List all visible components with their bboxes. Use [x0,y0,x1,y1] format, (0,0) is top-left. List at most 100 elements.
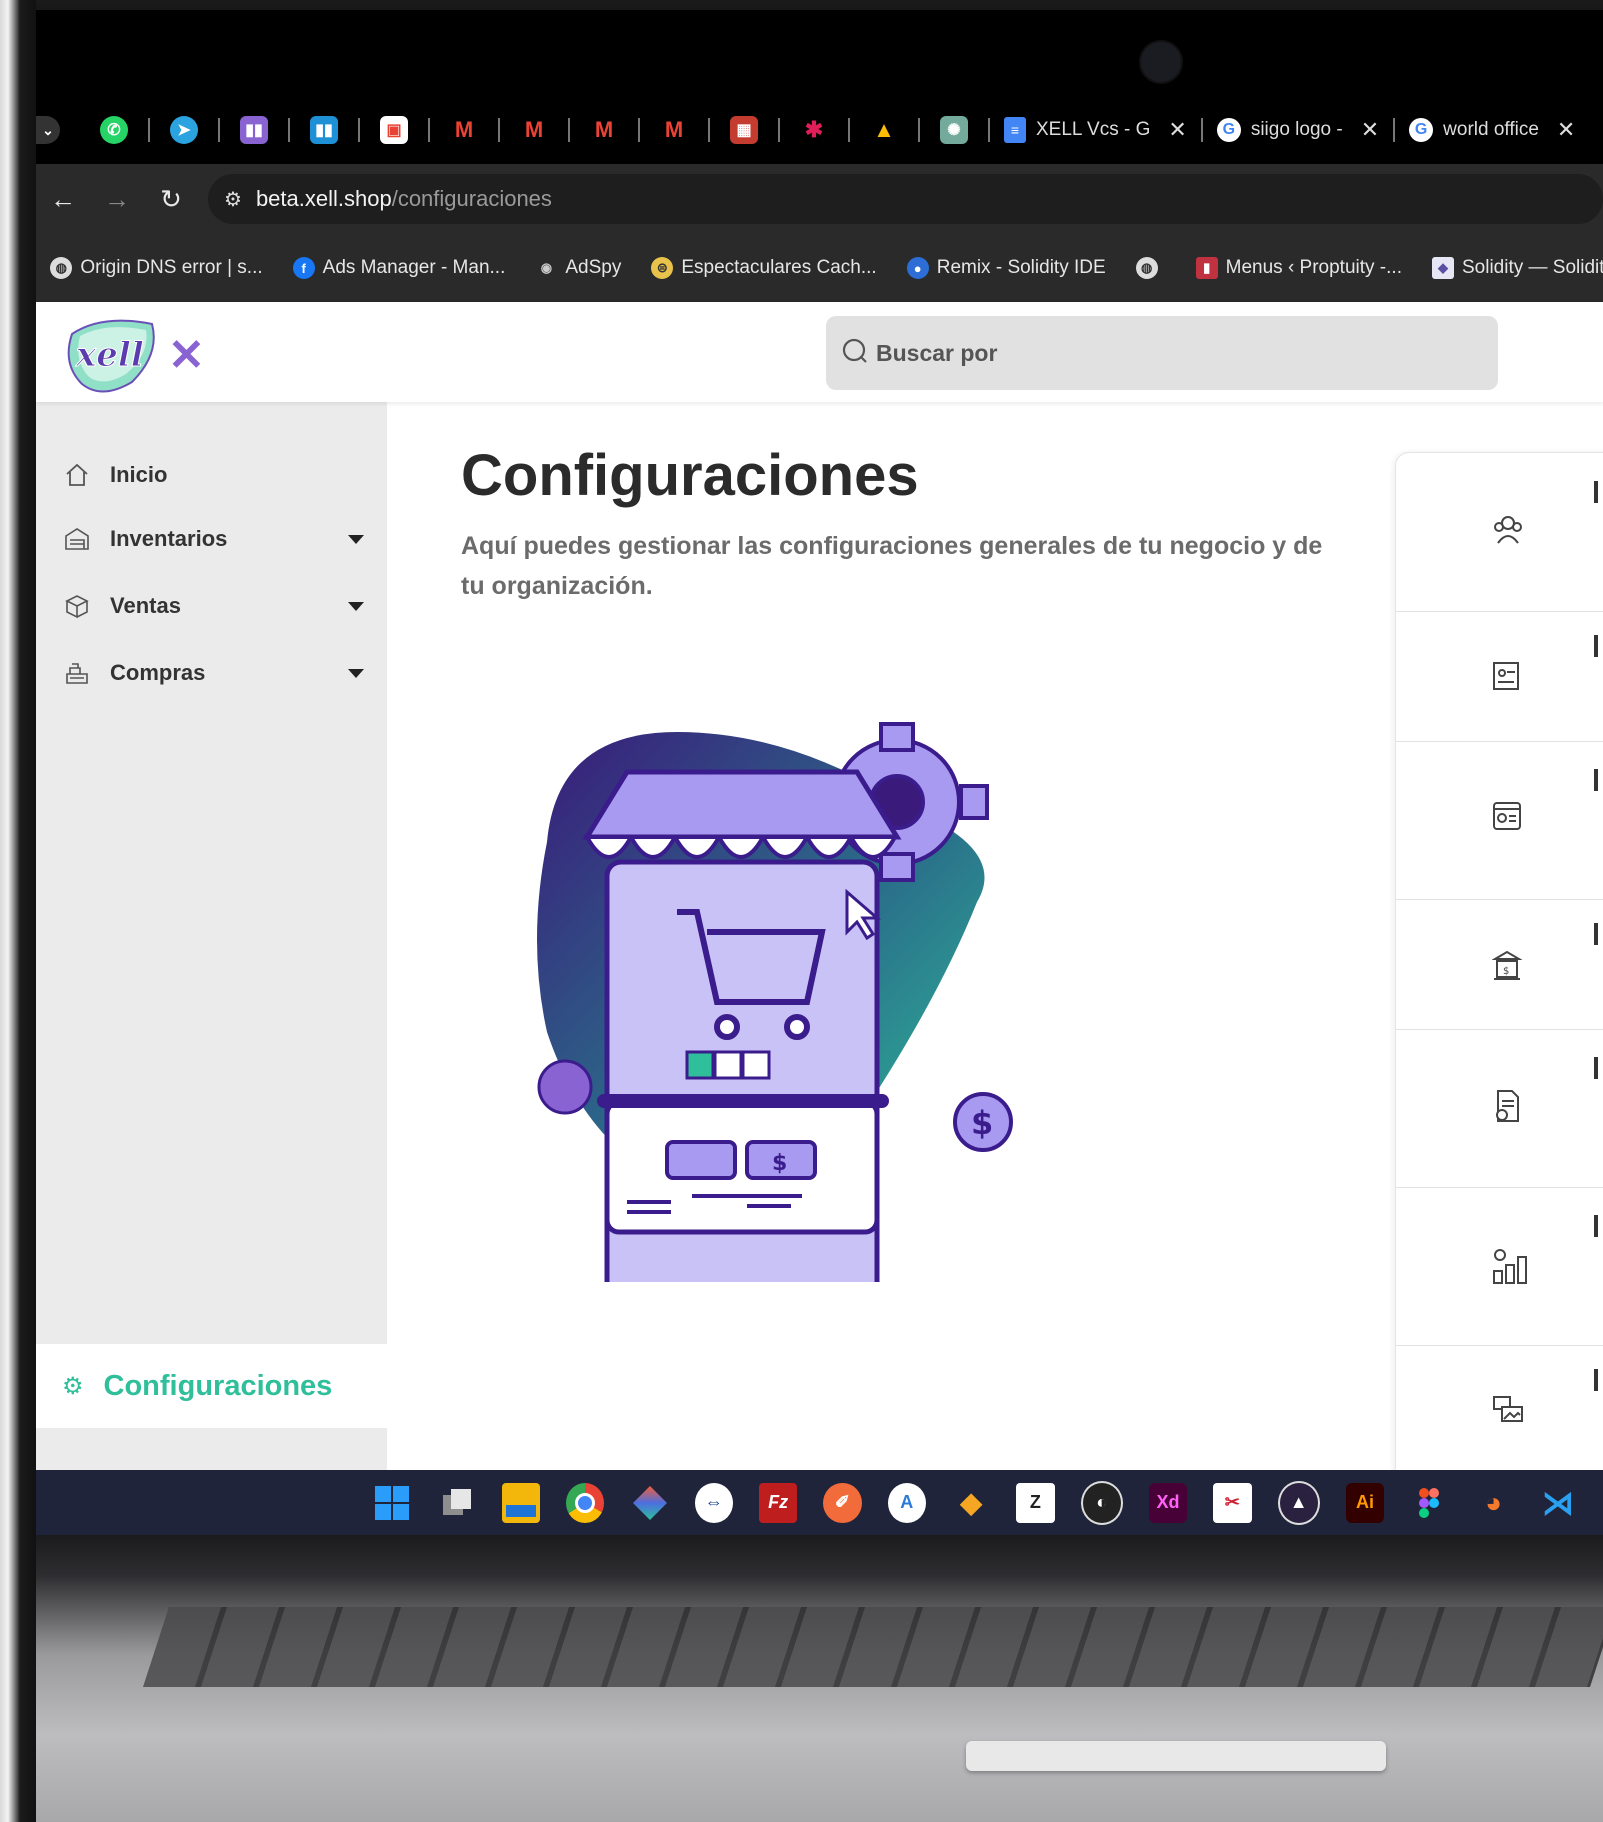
trello-icon[interactable]: ▮▮ [240,116,268,144]
close-icon[interactable]: ✕ [1168,117,1186,143]
postman-icon[interactable]: ✐ [823,1482,862,1523]
google-calendar-icon[interactable]: ▣ [380,116,408,144]
git-icon[interactable] [630,1483,668,1523]
warehouse-icon [65,528,89,550]
bookmark-item[interactable]: f Ads Manager - Man... [292,257,506,279]
zbrush-icon[interactable]: Z [1016,1482,1055,1523]
gear-icon: ⚙ [62,1372,84,1400]
xd-label: Xd [1156,1492,1180,1512]
forward-arrow-icon[interactable]: → [90,184,144,215]
bookmark-item[interactable]: ◍ Origin DNS error | s... [50,257,263,279]
bookmark-label: Ads Manager - Man... [322,257,506,278]
settings-card-documents[interactable] [1396,741,1603,900]
browser-tab[interactable]: G siigo logo - ✕ [1203,108,1393,152]
google-icon: G [1409,118,1434,142]
screen-top-bezel [36,10,1603,96]
back-arrow-icon[interactable]: ← [36,184,90,215]
chevron-down-icon[interactable] [348,668,364,678]
windows-start-icon[interactable] [373,1483,411,1523]
bookmark-item[interactable]: ◉ AdSpy [535,257,622,279]
tab-separator [498,118,500,142]
bookmark-item[interactable]: ⊜ Espectaculares Cach... [651,257,877,279]
settings-card-prices[interactable] [1396,1187,1603,1346]
figma-icon[interactable] [1410,1483,1448,1523]
gmail-icon[interactable]: M [660,116,688,144]
blender-icon[interactable]: ◕ [1474,1483,1512,1523]
affinity-icon[interactable]: ▲ [1277,1480,1320,1525]
gmail-icon[interactable]: M [590,116,618,144]
vscode-icon[interactable]: ⋊ [1539,1483,1577,1523]
svg-text:$: $ [772,1151,787,1176]
bookmark-item[interactable]: ● Remix - Solidity IDE [906,257,1106,279]
gmail-icon[interactable]: M [450,116,478,144]
settings-card-media[interactable] [1396,1345,1603,1483]
sidebar-item-compras[interactable]: Compras [64,660,364,686]
gmail-icon[interactable]: M [520,116,548,144]
bookmarks-bar: f ◍ Origin DNS error | s... f Ads Manager … [36,234,1603,302]
card-title-stub [1594,481,1598,503]
xd-icon[interactable]: Xd [1148,1482,1188,1523]
bookmark-label: Espectaculares Cach... [681,257,877,278]
tab-separator [148,118,150,142]
tab-title: world office [1443,119,1539,140]
browser-tab[interactable]: ≡ XELL Vcs - G ✕ [990,108,1201,152]
sidebar-item-label: Inventarios [110,526,228,551]
web-app: xell ✕ Buscar por Inicio Inventarios Ven… [36,302,1603,1484]
bookmark-item[interactable]: ◍ [1135,257,1166,279]
close-icon[interactable]: ✕ [168,330,205,381]
whatsapp-icon[interactable]: ✆ [100,116,128,144]
snipping-icon[interactable]: ✂ [1213,1482,1252,1523]
tab-separator [428,118,430,142]
id-card-icon [1493,662,1519,690]
sidebar-item-inicio[interactable]: Inicio [64,462,364,488]
settings-card-users[interactable] [1396,453,1603,612]
trello-icon[interactable]: ▮▮ [310,116,338,144]
slack-icon[interactable]: ✱ [800,116,828,144]
chatgpt-icon[interactable]: ✺ [940,116,968,144]
bookmark-item[interactable]: ▮ Menus ‹ Proptuity -... [1195,257,1402,279]
bookmark-label: Solidity — Solidity 0... [1461,257,1603,278]
settings-card-banks[interactable]: $ [1396,899,1603,1030]
card-title-stub [1594,923,1598,945]
settings-card-id[interactable] [1396,611,1603,742]
page-title: Configuraciones [461,443,919,508]
chevron-down-icon[interactable] [348,534,364,544]
search-input[interactable]: Buscar por [826,316,1498,390]
app-header: xell ✕ Buscar por [36,302,1603,402]
filezilla-icon[interactable]: Fz [759,1482,798,1523]
tab-search-chevron-icon[interactable]: ⌄ [36,116,60,144]
screen: ⌄ ✆ ➤ ▮▮ ▮▮ ▣ M M M M ▦ ✱ ▲ ✺ ≡ XELL Vcs… [36,10,1603,1535]
office-icon[interactable]: ▦ [730,116,758,144]
close-icon[interactable]: ✕ [1557,117,1575,143]
chrome-icon[interactable] [566,1482,605,1523]
google-docs-icon: ≡ [1004,117,1026,143]
sidebar: Inicio Inventarios Ventas Compras ⚙ Conf… [36,402,387,1470]
settings-card-invoices[interactable] [1396,1029,1603,1188]
teamviewer-icon[interactable]: ⇔ [694,1482,733,1523]
site-settings-icon[interactable]: ⚙ [224,187,242,212]
sidebar-item-configuraciones[interactable]: ⚙ Configuraciones [36,1344,387,1428]
ai-label: Ai [1355,1492,1374,1512]
browser-tab[interactable]: G world office ✕ [1395,108,1589,152]
bookmark-item[interactable]: ◆ Solidity — Solidity 0... [1431,257,1603,279]
reload-icon[interactable]: ↻ [144,184,198,215]
xell-logo[interactable]: xell [62,314,166,399]
laptop-keyboard [36,1535,1603,1822]
chevron-down-icon[interactable] [348,601,364,611]
url-input[interactable]: ⚙ beta.xell.shop/configuraciones [208,174,1603,224]
search-placeholder: Buscar por [876,339,998,366]
obs-icon[interactable]: ◐ [1080,1480,1123,1525]
svg-text:$: $ [971,1104,993,1142]
file-explorer-icon[interactable] [501,1482,541,1523]
telegram-icon[interactable]: ➤ [170,116,198,144]
illustrator-icon[interactable]: Ai [1345,1482,1385,1523]
google-drive-icon[interactable]: ▲ [870,116,898,144]
dollar-coin-icon: $ [953,1092,1013,1152]
anydesk-icon[interactable]: ◆ [952,1483,990,1523]
sidebar-item-inventarios[interactable]: Inventarios [64,526,364,552]
sidebar-item-ventas[interactable]: Ventas [64,593,364,619]
stadium-icon: ⊜ [651,257,674,279]
appstore-icon[interactable]: A [887,1482,926,1523]
close-icon[interactable]: ✕ [1361,117,1379,143]
task-view-icon[interactable] [437,1483,475,1523]
